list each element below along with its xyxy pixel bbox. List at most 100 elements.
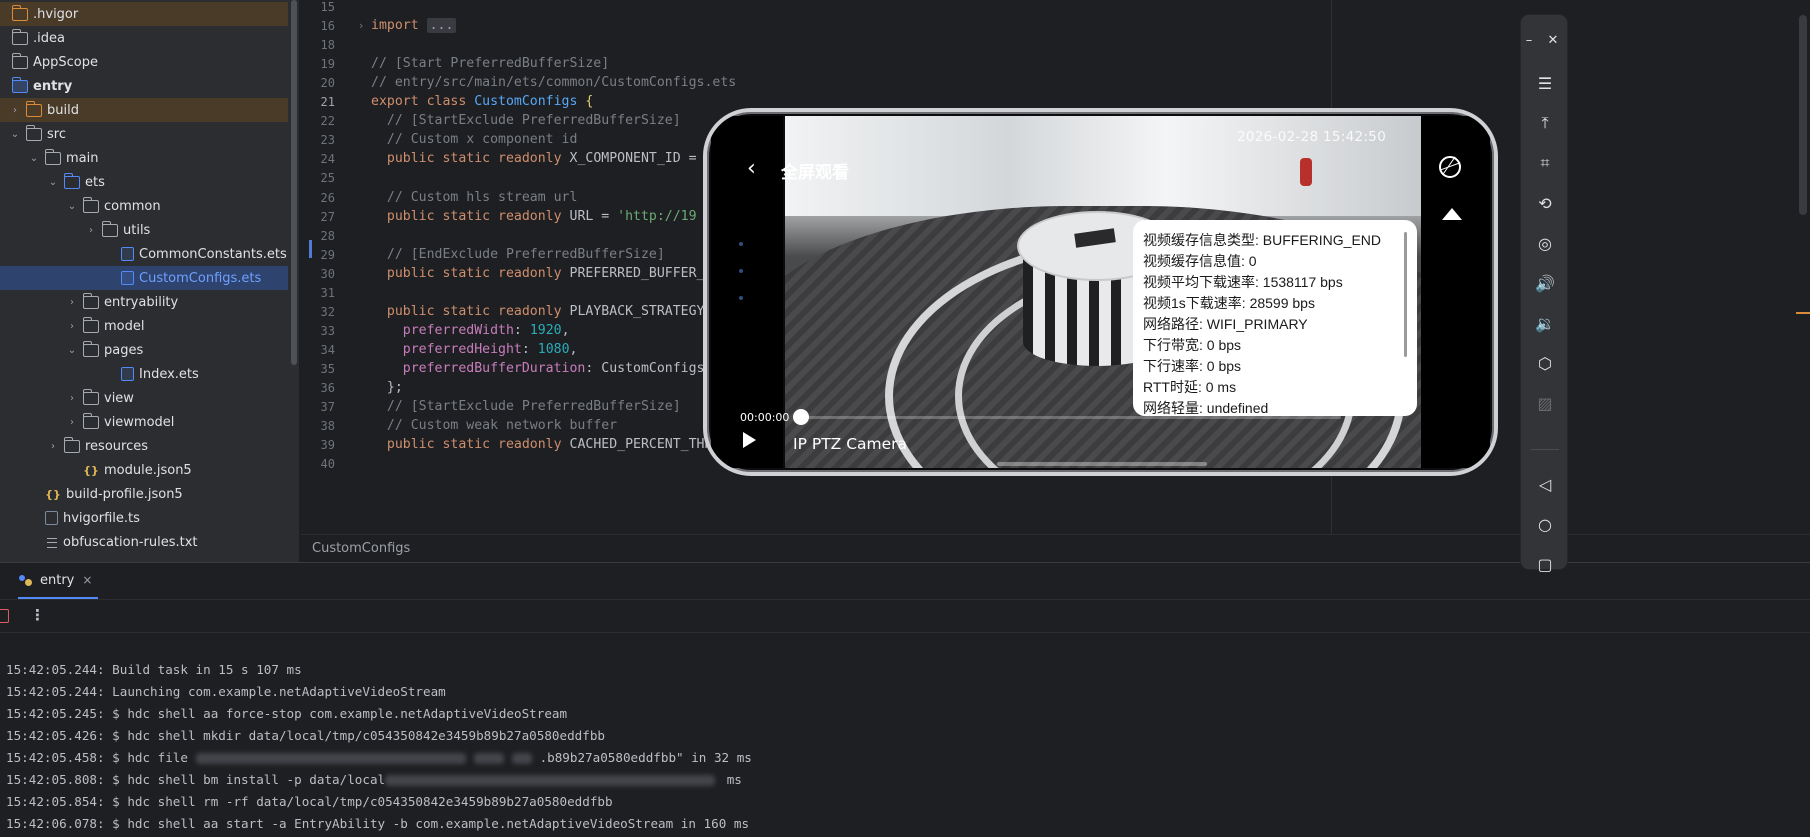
code-line[interactable]: public static readonly PREFERRED_BUFFER_	[371, 263, 705, 285]
tree-item[interactable]: ⌄ main	[0, 146, 288, 170]
tree-item[interactable]: {} module.json5	[0, 458, 288, 482]
nav-recent-icon[interactable]: ▢	[1521, 549, 1569, 579]
tree-item[interactable]: › entryability	[0, 290, 288, 314]
tree-item[interactable]: AppScope	[0, 50, 288, 74]
chevron-down-icon[interactable]: ⌄	[8, 129, 22, 140]
ts-file-icon	[45, 511, 58, 525]
info-line: 下行带宽: 0 bps	[1143, 337, 1242, 353]
info-scrollbar[interactable]	[1404, 232, 1407, 357]
gesture-bar[interactable]	[997, 462, 1207, 466]
tree-item[interactable]: obfuscation-rules.txt	[0, 530, 288, 554]
redacted-text	[473, 753, 504, 764]
tree-item[interactable]: ⌄ src	[0, 122, 288, 146]
info-line: 网络轻量: undefined	[1143, 400, 1269, 416]
back-icon[interactable]: ‹	[747, 156, 756, 181]
chevron-right-icon[interactable]: ›	[8, 105, 22, 116]
panorama-icon[interactable]	[1439, 156, 1461, 178]
tree-item[interactable]: CommonConstants.ets	[0, 242, 288, 266]
tree-item[interactable]: Index.ets	[0, 362, 288, 386]
chevron-right-icon[interactable]: ›	[65, 393, 79, 404]
log-tail: .b89b27a0580eddfbb" in 32 ms	[539, 750, 752, 765]
breadcrumb[interactable]: CustomConfigs	[312, 541, 410, 556]
volume-down-icon[interactable]: 🔉	[1521, 308, 1569, 338]
code-token: public static readonly	[371, 437, 570, 453]
json-file-icon: {}	[83, 463, 99, 477]
code-token: preferredHeight	[371, 341, 522, 357]
project-tree: .hvigor .idea AppScope entry › build ⌄ src ⌄ main…	[0, 0, 300, 562]
code-line[interactable]: public static readonly URL = 'http://19	[371, 206, 697, 228]
chevron-right-icon[interactable]: ›	[65, 321, 79, 332]
code-token: 1920	[529, 322, 562, 338]
tree-item-label: .hvigor	[33, 6, 79, 22]
volume-up-icon[interactable]: 🔊	[1521, 268, 1569, 298]
tree-scrollbar[interactable]	[291, 0, 297, 365]
log-line[interactable]: 15:42:05.808: $ hdc shell bm install -p …	[6, 769, 752, 791]
chevron-right-icon[interactable]: ›	[46, 441, 60, 452]
log-line[interactable]: 15:42:05.458: $ hdc file .b89b27a0580edd…	[6, 747, 752, 769]
tree-item[interactable]: hvigorfile.ts	[0, 506, 288, 530]
log-line[interactable]: 15:42:06.078: $ hdc shell aa start -a En…	[6, 813, 752, 835]
chevron-down-icon[interactable]: ⌄	[65, 345, 79, 356]
folder-icon	[82, 196, 99, 213]
play-button[interactable]	[743, 432, 756, 448]
tab-entry[interactable]: entry ×	[18, 563, 99, 599]
code-token: // entry/src/main/ets/common/CustomConfi…	[371, 75, 737, 91]
crop-icon[interactable]: ⌗	[1521, 148, 1569, 178]
info-popup[interactable]: 视频缓存信息类型: BUFFERING_END 视频缓存信息值: 0 视频平均下载速…	[1133, 220, 1417, 416]
info-line: RTT时延: 0 ms	[1143, 379, 1237, 395]
chevron-down-icon[interactable]: ⌄	[27, 153, 41, 164]
tree-item[interactable]: .hvigor	[0, 2, 288, 26]
folder-icon	[25, 100, 42, 117]
tree-item[interactable]: ⌄ common	[0, 194, 288, 218]
editor-scrollbar[interactable]	[1799, 15, 1807, 215]
code-line[interactable]: preferredBufferDuration: CustomConfigs	[371, 358, 705, 380]
nav-home-icon[interactable]: ○	[1521, 509, 1569, 539]
close-button[interactable]: ✕	[1537, 25, 1569, 55]
pin-top-icon[interactable]: ⤒	[1521, 108, 1569, 138]
log-line[interactable]: 15:42:05.244: Build task in 15 s 107 ms	[6, 659, 752, 681]
code-token: X_COMPONENT_ID =	[569, 151, 705, 167]
console-output[interactable]: 15:42:05.244: Build task in 15 s 107 ms 1…	[6, 659, 752, 835]
tree-item[interactable]: › view	[0, 386, 288, 410]
code-line[interactable]: public static readonly X_COMPONENT_ID =	[371, 148, 704, 170]
shake-icon[interactable]: ⬡	[1521, 348, 1569, 378]
folder-icon	[82, 292, 99, 309]
tree-item[interactable]: .idea	[0, 26, 288, 50]
fold-expand-icon[interactable]: ›	[359, 19, 363, 32]
chevron-down-icon[interactable]: ⌄	[65, 201, 79, 212]
tree-item[interactable]: CustomConfigs.ets	[0, 266, 288, 290]
warning-stripe[interactable]	[1796, 312, 1810, 314]
log-line[interactable]: 15:42:05.426: $ hdc shell mkdir data/loc…	[6, 725, 752, 747]
log-line[interactable]: 15:42:05.244: Launching com.example.netA…	[6, 681, 752, 703]
log-line[interactable]: 15:42:05.245: $ hdc shell aa force-stop …	[6, 703, 752, 725]
tree-item[interactable]: › utils	[0, 218, 288, 242]
tree-item[interactable]: › build	[0, 98, 288, 122]
tree-item[interactable]: › viewmodel	[0, 410, 288, 434]
chevron-right-icon[interactable]: ›	[65, 417, 79, 428]
code-line[interactable]: import ...	[371, 15, 457, 37]
tree-item-label: common	[104, 198, 161, 214]
stop-icon[interactable]	[0, 609, 9, 623]
chevron-right-icon[interactable]: ›	[84, 225, 98, 236]
tree-item[interactable]: › resources	[0, 434, 288, 458]
log-line[interactable]: 15:42:05.854: $ hdc shell rm -rf data/lo…	[6, 791, 752, 813]
current-time: 00:00:00	[740, 411, 790, 424]
tree-item[interactable]: entry	[0, 74, 288, 98]
chevron-down-icon[interactable]: ⌄	[46, 177, 60, 188]
tree-item[interactable]: {} build-profile.json5	[0, 482, 288, 506]
menu-icon[interactable]: ☰	[1521, 68, 1569, 98]
screen-record-icon[interactable]: ◎	[1521, 228, 1569, 258]
close-icon[interactable]: ×	[82, 573, 92, 587]
tree-item[interactable]: ⌄ pages	[0, 338, 288, 362]
nav-back-icon[interactable]: ◁	[1521, 469, 1569, 499]
code-token: ,	[561, 322, 570, 338]
tree-item[interactable]: › model	[0, 314, 288, 338]
chevron-right-icon[interactable]: ›	[65, 297, 79, 308]
folded-region[interactable]: ...	[426, 18, 457, 34]
emulator-phone[interactable]: 2026-02-28 15:42:50 ‹ 全屏观看 视频缓存信息类型: BUF…	[703, 108, 1498, 476]
rotate-icon[interactable]: ⟲	[1521, 188, 1569, 218]
seek-thumb[interactable]	[793, 409, 809, 425]
more-options-icon[interactable]: ⋮	[30, 606, 45, 624]
tree-item[interactable]: ⌄ ets	[0, 170, 288, 194]
seek-bar[interactable]	[801, 416, 1341, 419]
